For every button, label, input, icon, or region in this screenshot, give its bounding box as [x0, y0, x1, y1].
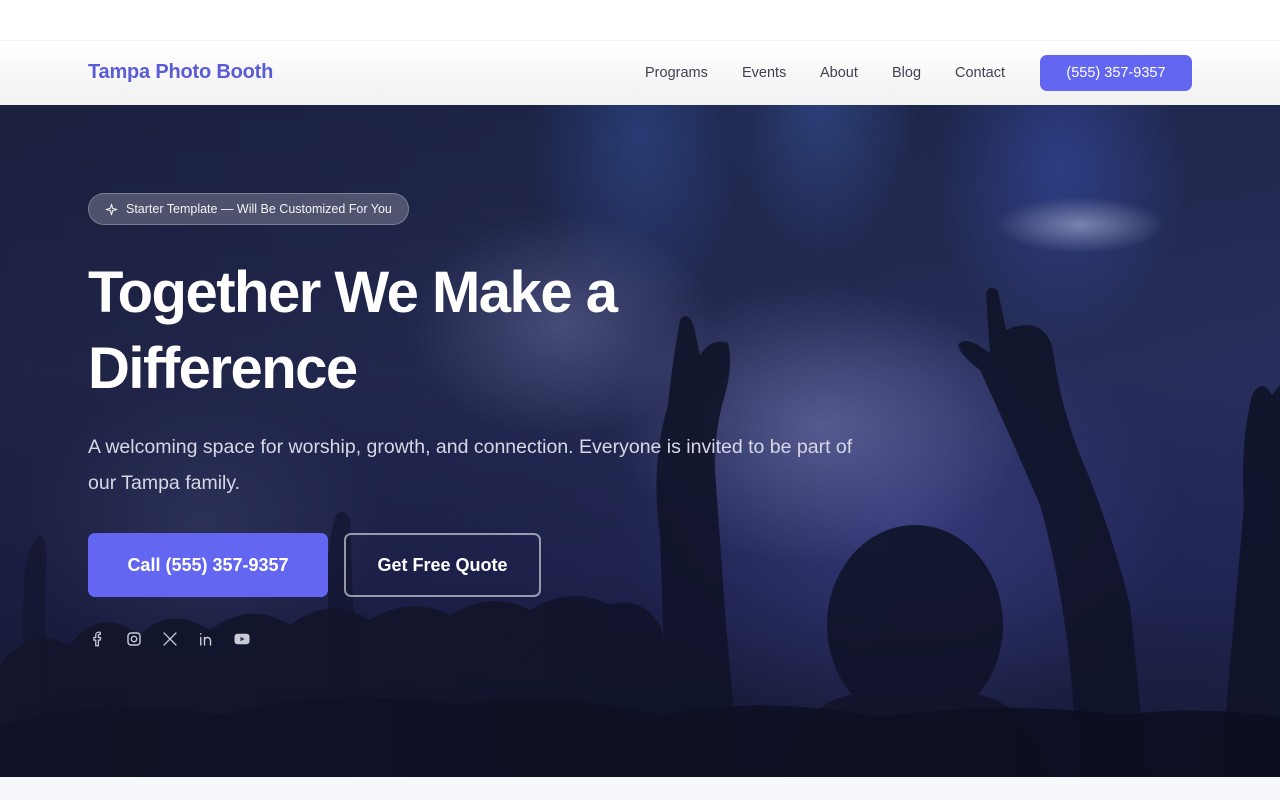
badge-label: Starter Template — Will Be Customized Fo… — [126, 202, 392, 216]
linkedin-icon[interactable] — [196, 629, 216, 649]
hero-section: Starter Template — Will Be Customized Fo… — [0, 105, 1280, 777]
facebook-icon[interactable] — [88, 629, 108, 649]
navbar: Tampa Photo Booth Programs Events About … — [0, 40, 1280, 105]
hero-subtext: A welcoming space for worship, growth, a… — [88, 436, 853, 494]
youtube-icon[interactable] — [232, 629, 252, 649]
hero-headline: Together We Make a Difference — [88, 260, 618, 401]
next-section-edge — [0, 777, 1280, 800]
top-strip — [0, 0, 1280, 40]
nav-link-events[interactable]: Events — [742, 65, 786, 81]
call-button[interactable]: Call (555) 357-9357 — [88, 533, 328, 597]
nav-link-blog[interactable]: Blog — [892, 65, 921, 81]
nav-link-programs[interactable]: Programs — [645, 65, 708, 81]
template-badge: Starter Template — Will Be Customized Fo… — [88, 193, 409, 225]
sparkle-icon — [105, 203, 118, 216]
nav-phone-button[interactable]: (555) 357-9357 — [1040, 55, 1192, 91]
nav-link-contact[interactable]: Contact — [955, 65, 1005, 81]
social-links — [88, 627, 252, 651]
get-quote-button[interactable]: Get Free Quote — [344, 533, 541, 597]
nav-link-about[interactable]: About — [820, 65, 858, 81]
x-icon[interactable] — [160, 629, 180, 649]
instagram-icon[interactable] — [124, 629, 144, 649]
